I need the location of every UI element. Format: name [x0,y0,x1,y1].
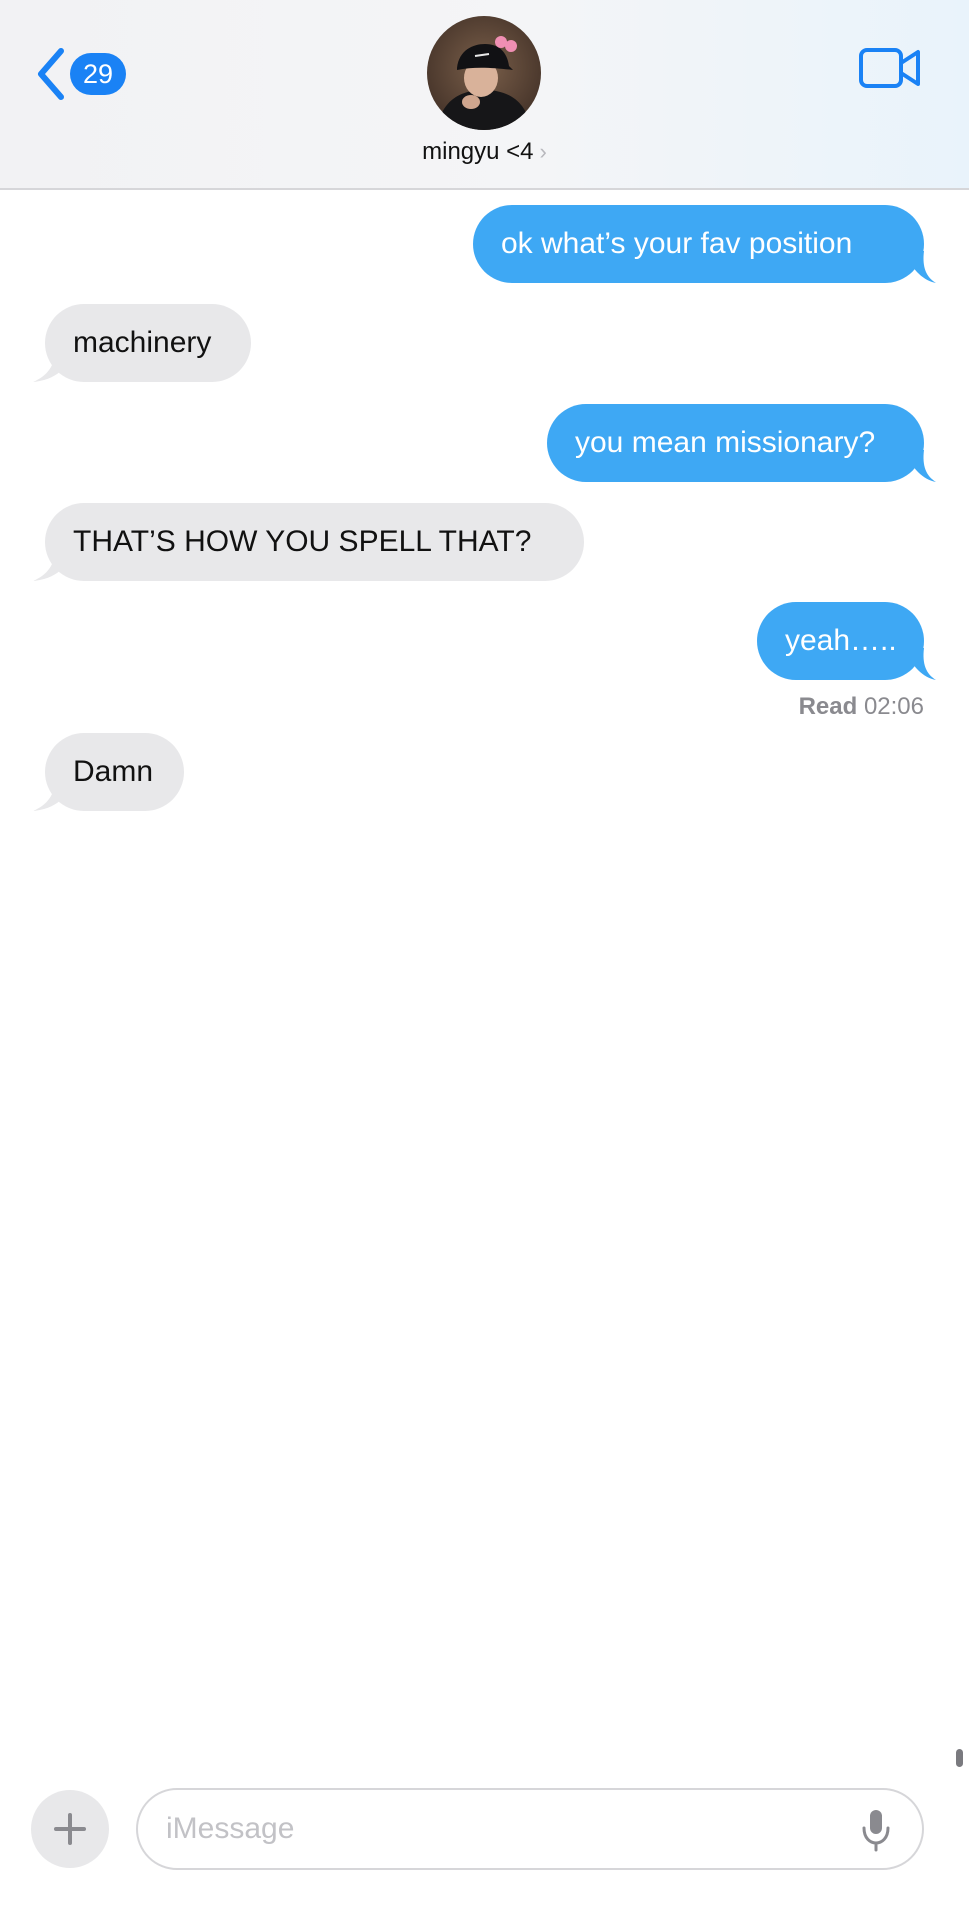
bubble-tail [33,549,73,581]
contact-avatar[interactable] [427,16,541,130]
message-bubble-received[interactable]: THAT’S HOW YOU SPELL THAT? [45,503,584,581]
bubble-tail [906,251,936,283]
scroll-indicator[interactable] [956,1749,963,1767]
unread-count-badge: 29 [70,53,126,95]
message-bubble-sent[interactable]: ok what’s your fav position [473,205,924,283]
microphone-icon[interactable] [860,1808,892,1852]
read-receipt: Read 02:06 [799,693,924,721]
message-text: you mean missionary? [575,426,876,459]
back-button[interactable]: 29 [36,44,126,104]
message-bubble-sent[interactable]: you mean missionary? [547,404,924,482]
message-text: yeah….. [785,624,897,657]
read-receipt-time: 02:06 [863,693,924,720]
message-text: Damn [73,755,154,788]
bubble-tail [33,779,73,811]
conversation-header: 29 mingyu <4 › [0,0,969,190]
bubble-tail [33,350,73,382]
bubble-tail [906,450,936,482]
contact-name: mingyu <4 [422,138,534,165]
message-bubble-sent[interactable]: yeah….. [757,602,924,680]
chevron-right-icon: › [539,139,547,164]
read-receipt-label: Read [798,693,858,720]
plus-icon [54,1813,86,1845]
video-camera-icon[interactable] [858,46,922,90]
message-bubble-received[interactable]: machinery [45,304,251,382]
avatar-photo [427,16,541,130]
message-text: THAT’S HOW YOU SPELL THAT? [73,525,532,558]
message-input[interactable] [136,1788,924,1870]
contact-name-button[interactable]: mingyu <4 › [0,138,969,166]
apps-plus-button[interactable] [31,1790,109,1868]
chevron-left-icon [38,48,64,100]
conversation-screen: 29 mingyu <4 › ok what’s your fav positi… [0,0,969,1920]
bubble-tail [906,648,936,680]
message-text: machinery [73,326,212,359]
message-text: ok what’s your fav position [501,227,853,260]
